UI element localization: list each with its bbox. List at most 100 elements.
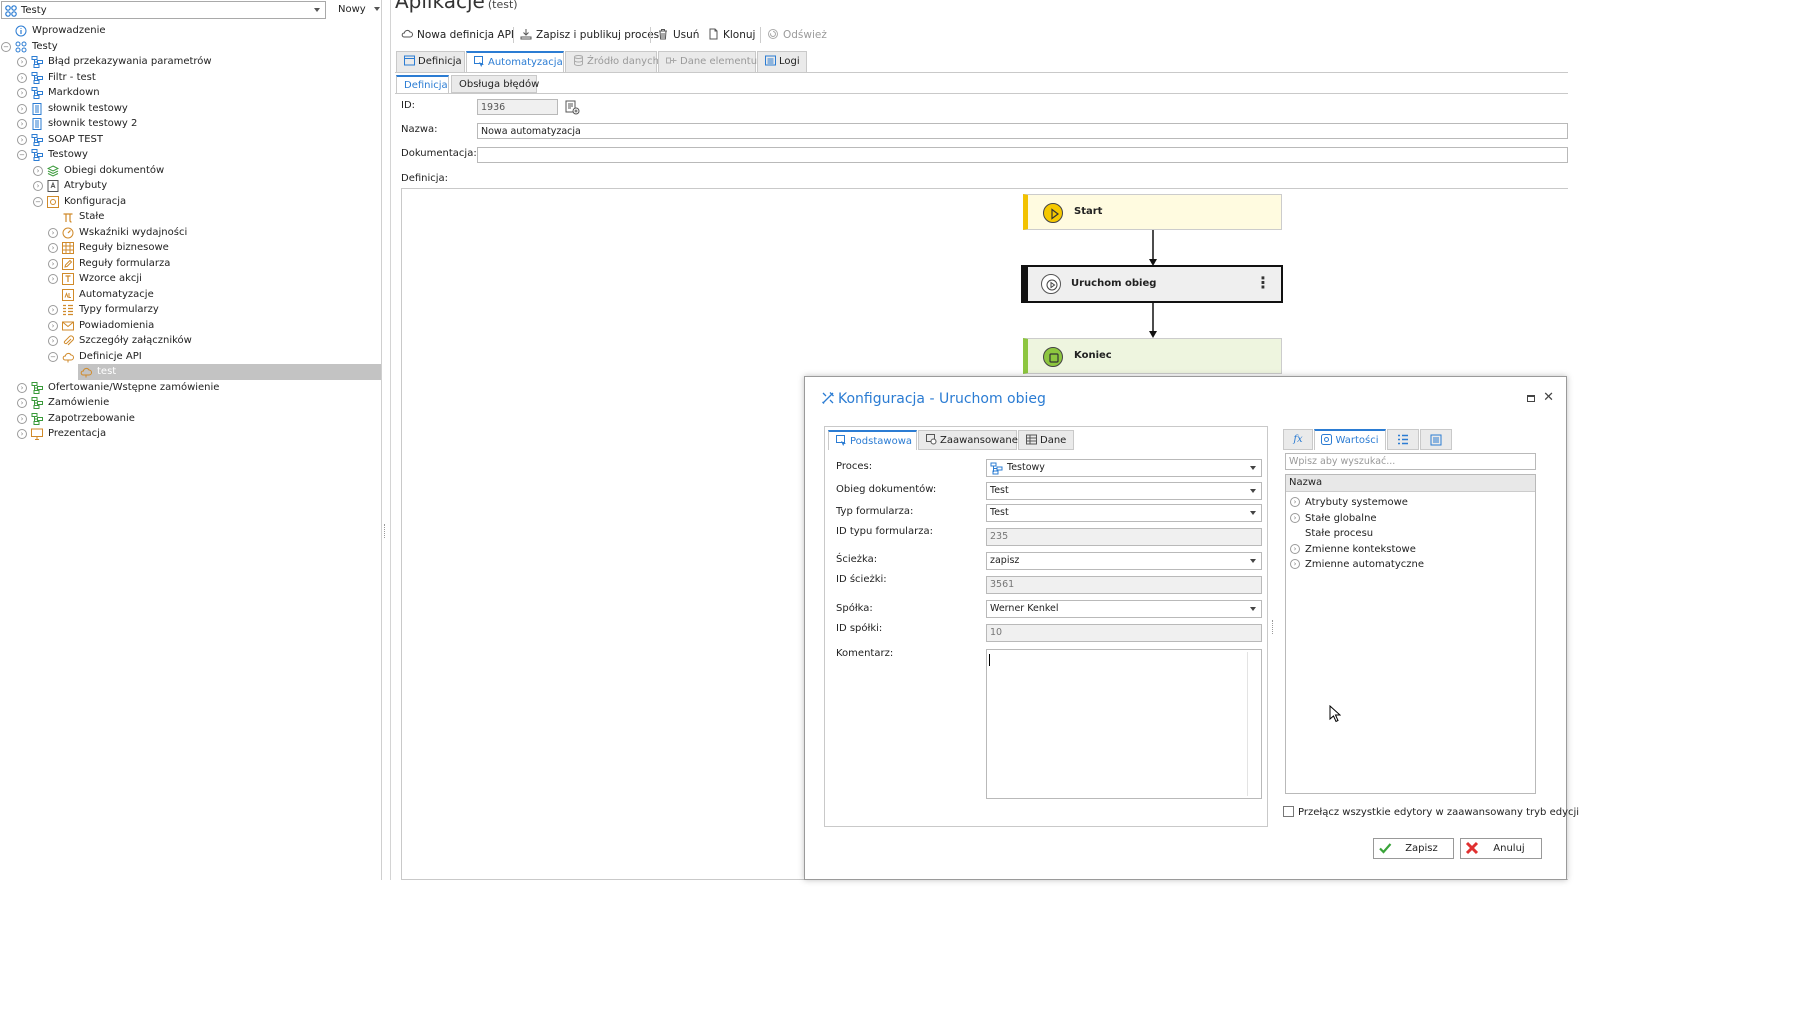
search-input[interactable]: Wpisz aby wyszukać...: [1285, 453, 1536, 470]
expand-icon[interactable]: ›: [48, 243, 58, 253]
expand-icon[interactable]: ›: [48, 305, 58, 315]
new-api-definition-button[interactable]: Nowa definicja API: [401, 24, 514, 46]
expand-icon[interactable]: ›: [17, 382, 27, 393]
delete-button[interactable]: Usuń: [657, 24, 699, 46]
flow-node-start[interactable]: Start: [1023, 194, 1282, 230]
application-selector[interactable]: Testy: [1, 1, 326, 19]
tab-element-data[interactable]: Dane elementu: [658, 51, 757, 72]
tree-item[interactable]: − Konfiguracja: [0, 194, 141, 210]
collapse-icon[interactable]: −: [48, 351, 58, 362]
tree-item[interactable]: − Testy: [0, 39, 66, 55]
tree-item[interactable]: › Zapotrzebowanie: [0, 411, 144, 427]
tree-item[interactable]: › Markdown: [0, 85, 101, 101]
panel-splitter[interactable]: [384, 524, 386, 538]
close-icon[interactable]: ✕: [1543, 391, 1554, 404]
tab-advanced[interactable]: Zaawansowane: [918, 430, 1018, 450]
tree-item[interactable]: Wprowadzenie: [0, 23, 109, 39]
list-item[interactable]: › Zmienne kontekstowe: [1286, 542, 1531, 557]
refresh-button[interactable]: Odśwież: [767, 24, 827, 46]
expand-icon[interactable]: ›: [1290, 543, 1300, 554]
expand-icon[interactable]: ›: [1290, 559, 1300, 569]
expand-icon[interactable]: ›: [17, 72, 27, 83]
expand-icon[interactable]: ›: [33, 165, 43, 176]
tab-data-source[interactable]: Źródło danych: [565, 51, 659, 72]
tree-item[interactable]: › Prezentacja: [0, 426, 119, 442]
expand-icon[interactable]: ›: [48, 227, 58, 238]
tree-item[interactable]: › Wskaźniki wydajności: [0, 225, 206, 241]
tree-item[interactable]: › Filtr - test: [0, 70, 125, 86]
path-select[interactable]: zapisz: [986, 552, 1262, 570]
expand-icon[interactable]: ›: [48, 274, 58, 284]
expand-icon[interactable]: ›: [17, 119, 27, 129]
subtab-definition[interactable]: Definicja: [396, 75, 449, 93]
name-field[interactable]: Nowa automatyzacja: [477, 123, 1568, 139]
node-menu-icon[interactable]: ⋮: [1255, 273, 1271, 292]
tree-item[interactable]: › Reguły formularza: [0, 256, 187, 272]
expand-icon[interactable]: ›: [17, 103, 27, 114]
tree-item[interactable]: − Testowy: [0, 147, 94, 163]
tree-item[interactable]: › Błąd przekazywania parametrów: [0, 54, 231, 70]
tree-item[interactable]: › Zamówienie: [0, 395, 113, 411]
expand-icon[interactable]: ›: [33, 181, 43, 191]
tree-item[interactable]: − Definicje API: [0, 349, 163, 365]
workflow-select[interactable]: Test: [986, 482, 1262, 500]
expand-icon[interactable]: ›: [17, 134, 27, 145]
scrollbar[interactable]: [1247, 652, 1259, 796]
tree-item[interactable]: › słownik testowy 2: [0, 116, 156, 132]
tree-item[interactable]: › słownik testowy: [0, 101, 144, 117]
tab-automation[interactable]: Automatyzacja: [466, 51, 564, 73]
list-item[interactable]: › Atrybuty systemowe: [1286, 495, 1531, 510]
expand-icon[interactable]: ›: [1290, 497, 1300, 507]
form-type-id-field[interactable]: 235: [986, 528, 1262, 546]
company-id-field[interactable]: 10: [986, 624, 1262, 642]
form-type-select[interactable]: Test: [986, 504, 1262, 522]
process-select[interactable]: Testowy: [986, 459, 1262, 477]
expand-icon[interactable]: ›: [48, 258, 58, 269]
checkbox[interactable]: [1283, 806, 1294, 817]
tab-definition[interactable]: Definicja: [396, 51, 465, 72]
clone-button[interactable]: Klonuj: [707, 24, 755, 46]
path-id-field[interactable]: 3561: [986, 576, 1262, 594]
expand-icon[interactable]: ›: [17, 88, 27, 98]
cancel-button[interactable]: Anuluj: [1460, 838, 1542, 859]
tree-item[interactable]: Stałe: [0, 209, 113, 225]
tab-basic[interactable]: Podstawowa: [828, 430, 917, 450]
tree-item[interactable]: › Wzorce akcji: [0, 271, 156, 287]
save-publish-button[interactable]: Zapisz i publikuj proces: [520, 24, 659, 46]
tab-functions[interactable]: fx: [1283, 429, 1313, 450]
expand-icon[interactable]: ›: [17, 429, 27, 439]
collapse-icon[interactable]: −: [33, 196, 43, 207]
save-button[interactable]: Zapisz: [1373, 838, 1454, 859]
tab-values[interactable]: Wartości: [1314, 429, 1386, 450]
tree-item[interactable]: › Obiegi dokumentów: [0, 163, 172, 179]
documentation-field[interactable]: [477, 147, 1568, 163]
list-item[interactable]: Stałe procesu: [1286, 526, 1531, 541]
tree-item[interactable]: › SOAP TEST: [0, 132, 107, 148]
expand-icon[interactable]: ›: [17, 413, 27, 424]
tree-item[interactable]: › Powiadomienia: [0, 318, 163, 334]
copy-id-icon[interactable]: [565, 100, 580, 115]
list-item[interactable]: › Stałe globalne: [1286, 511, 1531, 526]
expand-icon[interactable]: ›: [17, 398, 27, 408]
tab-logs[interactable]: Logi: [757, 51, 807, 72]
collapse-icon[interactable]: −: [17, 150, 27, 160]
expand-icon[interactable]: ›: [48, 336, 58, 346]
expand-icon[interactable]: ›: [1290, 512, 1300, 523]
flow-node-end[interactable]: Koniec: [1023, 338, 1282, 374]
new-dropdown-button[interactable]: Nowy: [338, 4, 380, 15]
tree-item[interactable]: › Reguły biznesowe: [0, 240, 181, 256]
subtab-error-handling[interactable]: Obsługa błędów: [451, 75, 539, 93]
tree-item[interactable]: › Ofertowanie/Wstępne zamówienie: [0, 380, 237, 396]
maximize-icon[interactable]: [1527, 395, 1535, 402]
comment-textarea[interactable]: [986, 649, 1262, 799]
list-item[interactable]: › Zmienne automatyczne: [1286, 557, 1531, 572]
tree-item[interactable]: Automatyzacje: [0, 287, 163, 303]
tab-form[interactable]: [1420, 429, 1452, 450]
column-header-name[interactable]: Nazwa: [1286, 475, 1535, 492]
tab-data[interactable]: Dane: [1018, 430, 1074, 450]
collapse-icon[interactable]: −: [1, 41, 11, 52]
expand-icon[interactable]: ›: [17, 57, 27, 67]
company-select[interactable]: Werner Kenkel: [986, 600, 1262, 618]
tree-item[interactable]: › Szczegóły załączników: [0, 333, 212, 349]
flow-node-start-workflow[interactable]: Uruchom obieg ⋮: [1021, 265, 1283, 303]
